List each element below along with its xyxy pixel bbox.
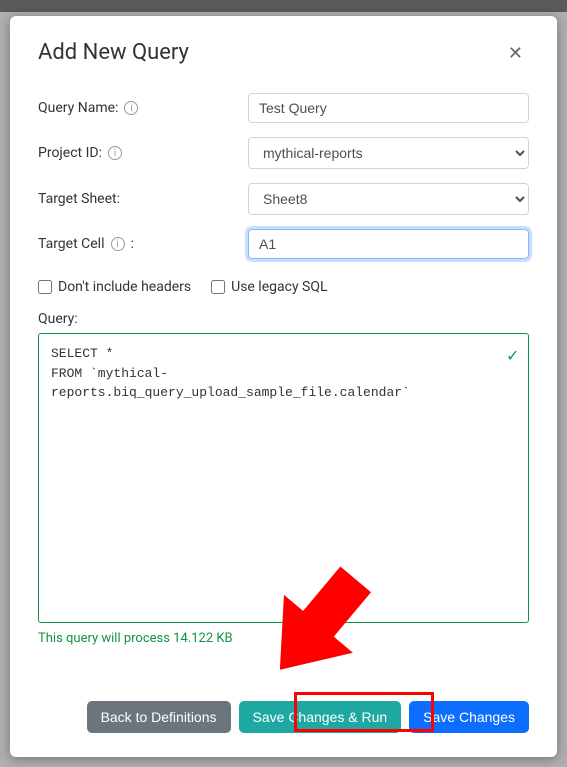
close-button[interactable]: ✕ xyxy=(502,42,529,64)
save-changes-button[interactable]: Save Changes xyxy=(409,701,529,733)
footer-row: Back to Definitions Save Changes & Run S… xyxy=(38,681,529,733)
target-cell-input[interactable] xyxy=(248,229,529,259)
target-sheet-row: Target Sheet: Sheet8 xyxy=(38,183,529,215)
info-icon[interactable]: i xyxy=(111,237,125,251)
target-cell-row: Target Cell i : xyxy=(38,229,529,259)
no-headers-group[interactable]: Don't include headers xyxy=(38,279,191,295)
back-to-definitions-button[interactable]: Back to Definitions xyxy=(87,701,231,733)
close-icon: ✕ xyxy=(508,43,523,63)
no-headers-checkbox[interactable] xyxy=(38,280,52,294)
info-icon[interactable]: i xyxy=(108,146,122,160)
label-colon: : xyxy=(131,236,134,252)
backdrop-toolbar xyxy=(0,0,567,12)
project-id-select[interactable]: mythical-reports xyxy=(248,137,529,169)
target-cell-label-text: Target Cell xyxy=(38,236,105,252)
info-icon[interactable]: i xyxy=(124,101,138,115)
query-label: Query: xyxy=(38,311,529,327)
modal-title: Add New Query xyxy=(38,40,189,65)
no-headers-label: Don't include headers xyxy=(58,279,191,295)
query-editor[interactable]: SELECT * FROM `mythical-reports.biq_quer… xyxy=(38,333,529,623)
legacy-sql-group[interactable]: Use legacy SQL xyxy=(211,279,327,295)
query-name-label: Query Name: i xyxy=(38,100,248,116)
query-line: SELECT * xyxy=(51,344,494,364)
query-name-row: Query Name: i xyxy=(38,93,529,123)
checkbox-row: Don't include headers Use legacy SQL xyxy=(38,279,529,295)
target-cell-label: Target Cell i : xyxy=(38,236,248,252)
valid-check-icon: ✓ xyxy=(507,344,518,371)
query-line: FROM `mythical-reports.biq_query_upload_… xyxy=(51,364,494,403)
process-note: This query will process 14.122 KB xyxy=(38,631,529,646)
add-new-query-modal: Add New Query ✕ Query Name: i Project ID… xyxy=(10,16,557,757)
project-id-row: Project ID: i mythical-reports xyxy=(38,137,529,169)
target-sheet-select[interactable]: Sheet8 xyxy=(248,183,529,215)
query-name-label-text: Query Name: xyxy=(38,100,118,116)
target-sheet-label-text: Target Sheet: xyxy=(38,191,120,207)
legacy-sql-checkbox[interactable] xyxy=(211,280,225,294)
project-id-label-text: Project ID: xyxy=(38,145,102,161)
legacy-sql-label: Use legacy SQL xyxy=(231,279,327,295)
project-id-label: Project ID: i xyxy=(38,145,248,161)
query-name-input[interactable] xyxy=(248,93,529,123)
save-changes-and-run-button[interactable]: Save Changes & Run xyxy=(239,701,402,733)
modal-header: Add New Query ✕ xyxy=(38,40,529,65)
target-sheet-label: Target Sheet: xyxy=(38,191,248,207)
